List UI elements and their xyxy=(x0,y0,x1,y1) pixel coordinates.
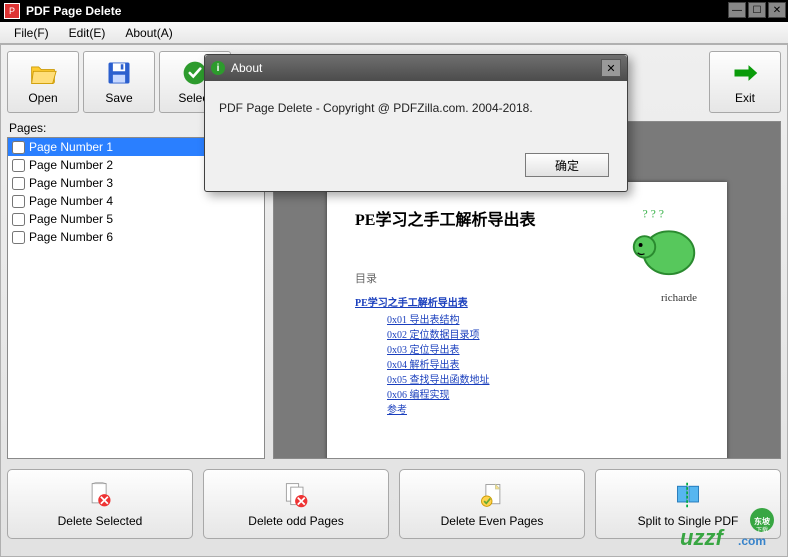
about-close-button[interactable]: ✕ xyxy=(601,59,621,77)
page-delete-icon xyxy=(86,481,114,509)
exit-label: Exit xyxy=(735,91,755,105)
watermark-site: uzzf xyxy=(680,525,725,550)
folder-open-icon xyxy=(29,59,57,87)
toc-link[interactable]: 0x02 定位数据目录项 xyxy=(387,328,699,343)
page-checkbox[interactable] xyxy=(12,159,25,172)
watermark-logo: 东坡 下载 uzzf .com xyxy=(676,507,786,555)
maximize-button[interactable]: ☐ xyxy=(748,2,766,18)
watermark-tag: 东坡 xyxy=(754,516,771,526)
about-title: About xyxy=(231,61,262,75)
svg-text:? ? ?: ? ? ? xyxy=(643,208,664,221)
turtle-image-icon: ? ? ? xyxy=(625,204,703,282)
page-label: Page Number 5 xyxy=(29,212,113,226)
page-checkbox[interactable] xyxy=(12,231,25,244)
about-dialog: i About ✕ PDF Page Delete - Copyright @ … xyxy=(204,54,628,192)
menu-file[interactable]: File(F) xyxy=(4,24,59,42)
delete-odd-button[interactable]: Delete odd Pages xyxy=(203,469,389,539)
page-label: Page Number 2 xyxy=(29,158,113,172)
window-titlebar: P PDF Page Delete — ☐ ✕ xyxy=(0,0,788,22)
pdf-toc-title: PE学习之手工解析导出表 xyxy=(355,294,699,309)
page-label: Page Number 4 xyxy=(29,194,113,208)
menubar: File(F) Edit(E) About(A) xyxy=(0,22,788,44)
toc-link[interactable]: 0x03 定位导出表 xyxy=(387,343,699,358)
close-button[interactable]: ✕ xyxy=(768,2,786,18)
exit-arrow-icon xyxy=(731,59,759,87)
menu-about[interactable]: About(A) xyxy=(115,24,182,42)
delete-odd-label: Delete odd Pages xyxy=(248,514,343,528)
page-delete-odd-icon xyxy=(282,481,310,509)
open-button[interactable]: Open xyxy=(7,51,79,113)
pdf-author: richarde xyxy=(661,292,697,304)
delete-even-label: Delete Even Pages xyxy=(441,514,544,528)
menu-edit[interactable]: Edit(E) xyxy=(59,24,116,42)
list-item[interactable]: Page Number 6 xyxy=(8,228,264,246)
page-checkbox[interactable] xyxy=(12,141,25,154)
bottom-toolbar: Delete Selected Delete odd Pages Delete … xyxy=(7,469,781,539)
toc-link[interactable]: 0x05 查找导出函数地址 xyxy=(387,373,699,388)
delete-selected-label: Delete Selected xyxy=(58,514,143,528)
delete-even-button[interactable]: Delete Even Pages xyxy=(399,469,585,539)
list-item[interactable]: Page Number 4 xyxy=(8,192,264,210)
svg-text:下载: 下载 xyxy=(756,526,768,534)
exit-button[interactable]: Exit xyxy=(709,51,781,113)
page-label: Page Number 6 xyxy=(29,230,113,244)
toc-link[interactable]: 0x06 编程实现 xyxy=(387,388,699,403)
about-ok-button[interactable]: 确定 xyxy=(525,153,609,177)
page-split-icon xyxy=(674,481,702,509)
pdf-page-preview: PE学习之手工解析导出表 ? ? ? richarde 目录 PE学习之手工解析… xyxy=(327,182,727,459)
save-icon xyxy=(105,59,133,87)
minimize-button[interactable]: — xyxy=(728,2,746,18)
open-label: Open xyxy=(28,91,57,105)
watermark-domain: .com xyxy=(738,534,766,548)
page-checkbox[interactable] xyxy=(12,177,25,190)
toc-link[interactable]: 参考 xyxy=(387,403,699,418)
toc-link[interactable]: 0x04 解析导出表 xyxy=(387,358,699,373)
list-item[interactable]: Page Number 5 xyxy=(8,210,264,228)
save-button[interactable]: Save xyxy=(83,51,155,113)
page-delete-even-icon xyxy=(478,481,506,509)
page-checkbox[interactable] xyxy=(12,195,25,208)
delete-selected-button[interactable]: Delete Selected xyxy=(7,469,193,539)
page-label: Page Number 3 xyxy=(29,176,113,190)
page-checkbox[interactable] xyxy=(12,213,25,226)
page-label: Page Number 1 xyxy=(29,140,113,154)
toc-link[interactable]: 0x01 导出表结构 xyxy=(387,313,699,328)
info-icon: i xyxy=(211,61,225,75)
about-titlebar[interactable]: i About ✕ xyxy=(205,55,627,81)
app-icon: P xyxy=(4,3,20,19)
save-label: Save xyxy=(105,91,132,105)
about-text: PDF Page Delete - Copyright @ PDFZilla.c… xyxy=(205,81,627,125)
window-title: PDF Page Delete xyxy=(26,4,121,18)
